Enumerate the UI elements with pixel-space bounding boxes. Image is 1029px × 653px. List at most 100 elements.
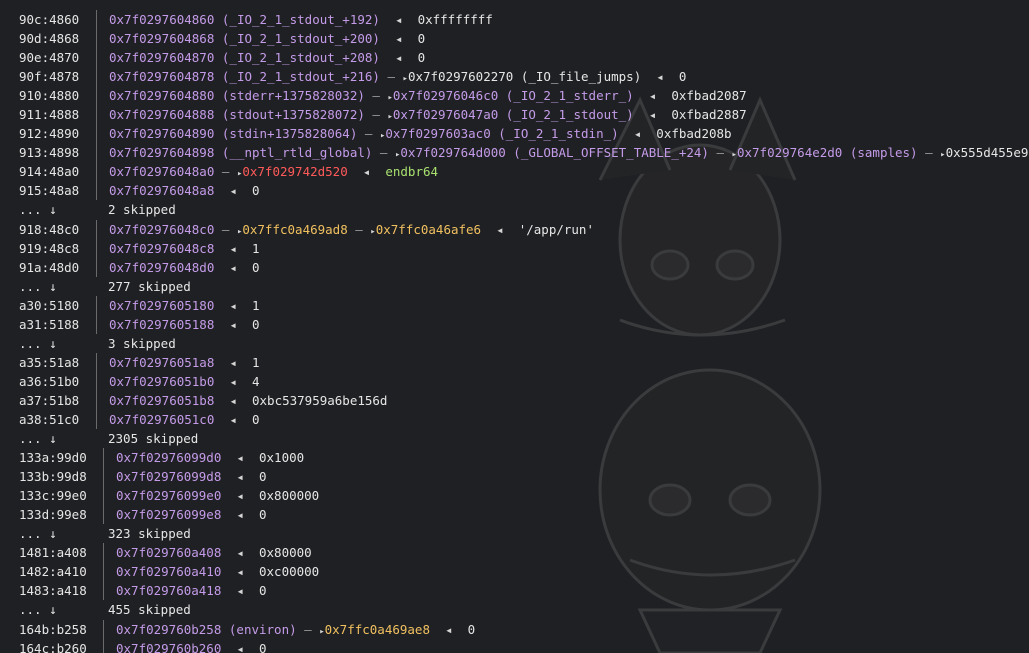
row-value: 1 — [252, 354, 260, 370]
row-offset: 133d:99e8 — [19, 507, 87, 523]
row-value: 0 — [259, 469, 267, 485]
row-address[interactable]: 0x7f029760a418 — [116, 583, 221, 598]
chain-pointer[interactable]: 0x7f0297603ac0 (_IO_2_1_stdin_) — [385, 126, 618, 141]
stack-row: 164c:b260 0x7f029760b260 ◂ 0 — [0, 638, 1029, 653]
row-offset: a30:5180 — [19, 297, 80, 313]
chain-pointer[interactable]: 0x7f02976046c0 (_IO_2_1_stderr_) — [393, 88, 634, 103]
chain-pointer[interactable]: 0x7f029764d000 (_GLOBAL_OFFSET_TABLE_+24… — [400, 145, 709, 160]
row-address[interactable]: 0x7f0297605188 — [109, 317, 214, 332]
deref-arrow-icon: ◂ — [379, 31, 418, 47]
deref-arrow-icon: ◂ — [379, 12, 418, 27]
row-address[interactable]: 0x7f0297604888 — [109, 107, 214, 122]
skip-count: 2305 skipped — [108, 431, 199, 447]
row-address[interactable]: 0x7f02976051b0 — [109, 374, 214, 389]
row-address[interactable]: 0x7f0297604860 — [109, 12, 214, 27]
row-address[interactable]: 0x7f0297604880 — [109, 88, 214, 103]
row-address[interactable]: 0x7f0297604898 — [109, 145, 214, 160]
chain-pointer[interactable]: 0x7f02976047a0 (_IO_2_1_stdout_) — [393, 107, 634, 122]
row-separator — [96, 124, 97, 144]
stack-row: 133d:99e8 0x7f02976099e8 ◂ 0 — [0, 505, 1029, 525]
row-value: 0x1000 — [259, 450, 305, 466]
row-address[interactable]: 0x7f0297604878 — [109, 69, 214, 84]
stack-row: a30:5180 0x7f0297605180 ◂ 1 — [0, 295, 1029, 315]
chain-pointer[interactable]: 0x555d455e9000 — [946, 145, 1029, 160]
row-offset: 919:48c8 — [19, 240, 80, 256]
stack-row: a36:51b0 0x7f02976051b0 ◂ 4 — [0, 371, 1029, 391]
row-address[interactable]: 0x7f0297604890 — [109, 126, 214, 141]
chain-pointer[interactable]: 0x7ffc0a469ae8 — [325, 622, 430, 637]
chain-pointer[interactable]: 0x7f0297602270 (_IO_file_jumps) — [408, 69, 641, 84]
chain-pointer[interactable]: 0x7ffc0a46afe6 — [376, 222, 481, 237]
row-separator — [103, 638, 104, 653]
row-value: 0xfbad208b — [656, 126, 732, 142]
row-address[interactable]: 0x7f02976099e8 — [116, 507, 221, 522]
deref-arrow-icon: ◂ — [214, 183, 252, 199]
stack-row: 133a:99d0 0x7f02976099d0 ◂ 0x1000 — [0, 448, 1029, 468]
row-separator — [103, 581, 104, 601]
row-address[interactable]: 0x7f02976099e0 — [116, 488, 221, 503]
row-separator — [96, 238, 97, 258]
row-separator — [103, 505, 104, 525]
chain-pointer[interactable]: 0x7ffc0a469ad8 — [242, 222, 347, 237]
skip-row: ... ↓ 2305 skipped — [0, 429, 1029, 448]
chain-dash: — — [379, 69, 403, 85]
row-value: 0xfbad2087 — [671, 88, 747, 104]
stack-row: 914:48a0 0x7f02976048a0 — ▸0x7f029742d520… — [0, 162, 1029, 182]
row-separator — [96, 390, 97, 410]
chain-dash: — — [364, 107, 388, 123]
row-value: 0xffffffff — [417, 12, 493, 27]
row-address[interactable]: 0x7f02976051a8 — [109, 355, 214, 370]
row-symbol: (_IO_2_1_stdout_+192) — [221, 12, 380, 27]
deref-arrow-icon: ◂ — [221, 469, 259, 485]
row-address[interactable]: 0x7f02976048a0 — [109, 164, 214, 179]
row-address[interactable]: 0x7f02976048c0 — [109, 222, 214, 237]
deref-arrow-icon: ◂ — [481, 221, 519, 237]
row-address[interactable]: 0x7f0297604870 — [109, 50, 214, 65]
deref-arrow-icon: ◂ — [221, 545, 259, 561]
row-separator — [96, 219, 97, 239]
row-symbol: (environ) — [228, 621, 297, 637]
deref-arrow-icon: ◂ — [221, 640, 259, 653]
chain-dash: — — [296, 621, 320, 637]
stack-row: 90d:4868 0x7f0297604868 (_IO_2_1_stdout_+… — [0, 29, 1029, 49]
row-address[interactable]: 0x7f02976051b8 — [109, 393, 214, 408]
row-symbol: (stdout+1375828072) — [221, 107, 365, 123]
telescope-output: 90c:4860 0x7f0297604860 (_IO_2_1_stdout_+… — [0, 10, 1029, 653]
stack-row: 910:4880 0x7f0297604880 (stderr+137582803… — [0, 86, 1029, 106]
skip-row: ... ↓ 3 skipped — [0, 334, 1029, 353]
row-address[interactable]: 0x7f02976099d0 — [116, 450, 221, 465]
row-offset: a37:51b8 — [19, 392, 80, 408]
row-value: 1 — [252, 297, 260, 313]
skip-row: ... ↓ 2 skipped — [0, 200, 1029, 219]
row-offset: 1481:a408 — [19, 545, 87, 561]
row-address[interactable]: 0x7f029760b260 — [116, 641, 221, 653]
row-address[interactable]: 0x7f029760b258 — [116, 622, 221, 637]
stack-row: 90c:4860 0x7f0297604860 (_IO_2_1_stdout_+… — [0, 10, 1029, 29]
row-address[interactable]: 0x7f029760a408 — [116, 545, 221, 560]
row-symbol: (_IO_2_1_stdout_+200) — [221, 31, 380, 47]
row-address[interactable]: 0x7f02976048d0 — [109, 260, 214, 275]
deref-arrow-icon: ◂ — [633, 88, 672, 104]
row-offset: 133a:99d0 — [19, 450, 87, 466]
skip-marker: ... ↓ — [19, 431, 57, 447]
deref-arrow-icon: ◂ — [641, 69, 679, 85]
row-address[interactable]: 0x7f02976051c0 — [109, 412, 214, 427]
deref-arrow-icon: ◂ — [214, 392, 252, 408]
row-separator — [103, 486, 104, 506]
skip-row: ... ↓ 323 skipped — [0, 524, 1029, 543]
row-value: 0 — [259, 583, 267, 599]
row-separator — [103, 543, 104, 563]
row-address[interactable]: 0x7f029760a410 — [116, 564, 221, 579]
row-address[interactable]: 0x7f02976048a8 — [109, 183, 214, 198]
row-address[interactable]: 0x7f02976048c8 — [109, 241, 214, 256]
row-address[interactable]: 0x7f0297605180 — [109, 298, 214, 313]
row-offset: 133c:99e0 — [19, 488, 87, 504]
terminal-window[interactable]: 90c:4860 0x7f0297604860 (_IO_2_1_stdout_+… — [0, 0, 1029, 653]
chain-pointer[interactable]: 0x7f029742d520 — [242, 164, 347, 179]
row-value: 0xbc537959a6be156d — [252, 392, 388, 408]
row-address[interactable]: 0x7f0297604868 — [109, 31, 214, 46]
chain-pointer[interactable]: 0x7f029764e2d0 (samples) — [737, 145, 918, 160]
row-address[interactable]: 0x7f02976099d8 — [116, 469, 221, 484]
